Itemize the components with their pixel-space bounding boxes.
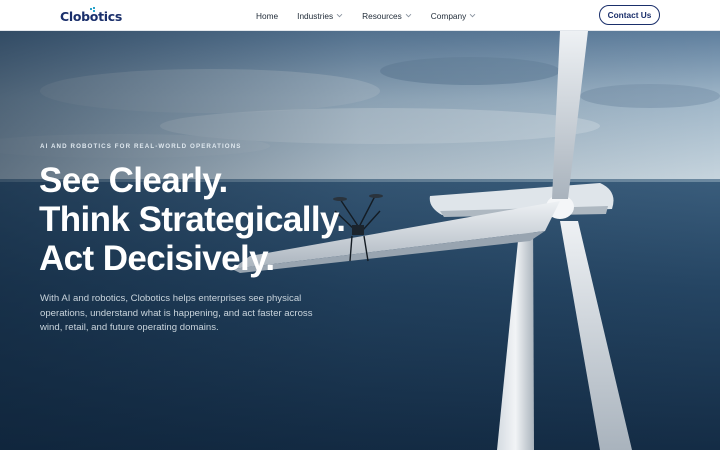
headline-line-3: Act Decisively. — [39, 239, 275, 278]
chevron-down-icon — [469, 13, 476, 18]
hero-eyebrow: AI AND ROBOTICS FOR REAL-WORLD OPERATION… — [40, 143, 242, 150]
nav-industries-label: Industries — [297, 10, 334, 21]
nav-home-label: Home — [256, 10, 279, 21]
nav-resources-label: Resources — [362, 10, 402, 21]
logo[interactable]: Clobotics — [60, 7, 122, 25]
nav-home[interactable]: Home — [256, 11, 278, 21]
chevron-down-icon — [336, 13, 343, 18]
logo-mark-icon — [90, 7, 95, 12]
main-nav: Home Industries Resources Company — [256, 0, 495, 31]
nav-company[interactable]: Company — [431, 11, 477, 21]
headline-line-1: See Clearly. — [39, 161, 228, 200]
headline-line-2: Think Strategically. — [39, 200, 346, 239]
hero-subtext: With AI and robotics, Clobotics helps en… — [40, 293, 313, 334]
hero-headline: See Clearly. Think Strategically. Act De… — [39, 161, 369, 278]
nav-company-label: Company — [430, 10, 467, 21]
contact-us-button[interactable]: Contact Us — [599, 5, 660, 25]
hero-section: AI AND ROBOTICS FOR REAL-WORLD OPERATION… — [0, 31, 720, 450]
chevron-down-icon — [405, 13, 412, 18]
nav-industries[interactable]: Industries — [297, 11, 343, 21]
nav-resources[interactable]: Resources — [362, 11, 412, 21]
site-header: Clobotics Home Industries Resources Comp… — [0, 0, 720, 31]
